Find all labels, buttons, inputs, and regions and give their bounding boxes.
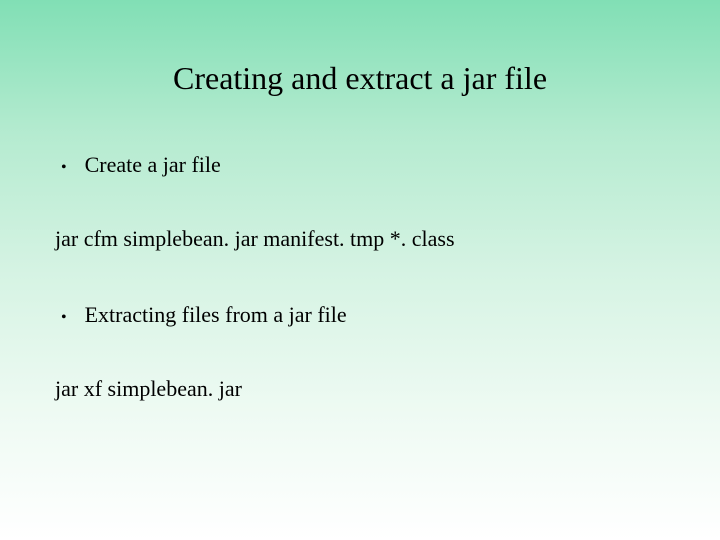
bullet-item-create: • Create a jar file bbox=[55, 152, 665, 178]
bullet-marker-icon: • bbox=[61, 159, 67, 177]
bullet-marker-icon: • bbox=[61, 309, 67, 327]
slide-title: Creating and extract a jar file bbox=[55, 60, 665, 97]
bullet-text: Extracting files from a jar file bbox=[85, 302, 347, 328]
bullet-text: Create a jar file bbox=[85, 152, 221, 178]
bullet-item-extract: • Extracting files from a jar file bbox=[55, 302, 665, 328]
command-create-jar: jar cfm simplebean. jar manifest. tmp *.… bbox=[55, 226, 665, 252]
command-extract-jar: jar xf simplebean. jar bbox=[55, 376, 665, 402]
